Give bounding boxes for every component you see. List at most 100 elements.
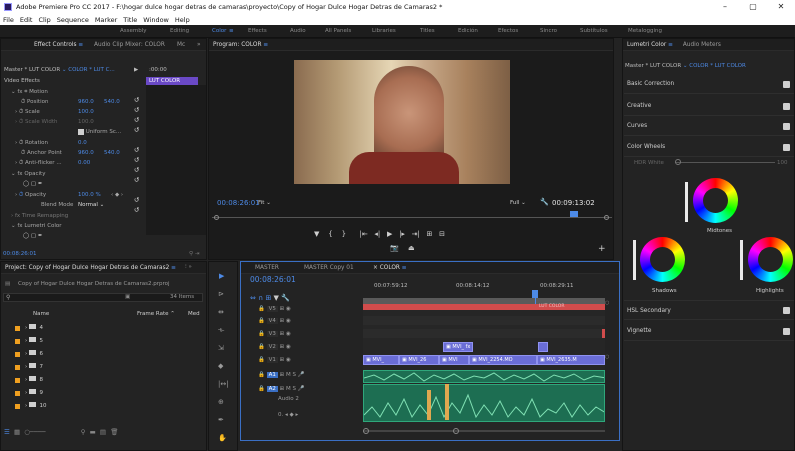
workspace-subtitulos[interactable]: Subtítulos (580, 25, 608, 38)
program-timecode[interactable]: 00:08:26:01 (217, 198, 260, 208)
tab-program[interactable]: Program: COLOR (213, 42, 261, 48)
workspace-efectos[interactable]: Efectos (498, 25, 518, 38)
ec-filter-icon[interactable]: ⚲ ⇥ (189, 249, 199, 259)
hdr-white-slider[interactable] (675, 162, 775, 163)
trash-icon[interactable]: 🗑 (110, 428, 118, 436)
play-clip-icon[interactable]: ▶ (134, 65, 138, 75)
section-hsl-secondary[interactable]: HSL Secondary (624, 300, 794, 320)
playhead-handle[interactable] (532, 290, 538, 298)
creative-checkbox[interactable] (783, 103, 790, 110)
audio-keyframe-marker[interactable] (427, 390, 431, 420)
time-remapping-row[interactable]: › fx Time Remapping (11, 211, 68, 221)
timeline-tool-icons[interactable]: ⇔ ∩ ⊞ ▼ 🔧 (250, 293, 290, 303)
anchor-x-value[interactable]: 960.0 (78, 148, 94, 158)
track-header-v3[interactable]: 🔒 V3 ⊞ ◉ (258, 329, 362, 339)
tab-project[interactable]: Project: Copy of Hogar Dulce Hogar Detra… (5, 265, 169, 271)
rotation-value[interactable]: 0.0 (78, 138, 87, 148)
menu-marker[interactable]: Marker (95, 16, 117, 24)
panel-overflow-icon[interactable]: » (197, 39, 201, 51)
tab-master-copy[interactable]: MASTER Copy 01 (304, 262, 354, 274)
section-vignette[interactable]: Vignette (624, 321, 794, 341)
lift-icon[interactable]: ⏏ (408, 244, 415, 252)
tab-effect-controls[interactable]: Effect Controls (34, 42, 77, 48)
highlights-color-wheel[interactable] (748, 237, 793, 282)
pen-tool-icon[interactable]: ✒ (218, 416, 224, 424)
menu-file[interactable]: File (3, 16, 14, 24)
lumetri-mask-tools[interactable]: ◯ ▢ ✒ (23, 231, 42, 241)
icon-view-icon[interactable]: ▦ (14, 428, 20, 436)
clip-a2[interactable] (363, 384, 605, 422)
tab-audio-meters[interactable]: Audio Meters (683, 42, 721, 48)
blend-mode-select[interactable]: Normal ⌄ (78, 200, 104, 210)
antiflicker-value[interactable]: 0.00 (78, 158, 90, 168)
workspace-assembly[interactable]: Assembly (120, 25, 147, 38)
workspace-menu-icon[interactable]: ≡ (229, 25, 234, 38)
bin-view-icon[interactable]: ▣ (125, 292, 130, 302)
clip-v1[interactable]: ▣ MVI_2254.MO (469, 355, 537, 365)
workspace-all-panels[interactable]: All Panels (325, 25, 351, 38)
scale-value[interactable]: 100.0 (78, 107, 94, 117)
uniform-scale-checkbox[interactable]: Uniform Sc... (78, 127, 121, 137)
reset-parameter-icons[interactable]: ↺ ↺ ↺ ↺ ↺ ↺ ↺ ↺ ↺ ↺ (134, 95, 142, 255)
workspace-titles[interactable]: Titles (420, 25, 435, 38)
workspace-editing[interactable]: Editing (170, 25, 189, 38)
minimize-button[interactable]: – (712, 0, 738, 14)
step-back-icon[interactable]: ◂| (374, 230, 380, 238)
timeline-vertical-scrollbar[interactable]: ○ ○ (605, 300, 609, 430)
new-item-icon[interactable]: ▤ (100, 428, 106, 436)
shadows-color-wheel[interactable] (640, 237, 685, 282)
lumetri-effect-row[interactable]: ⌄ fx Lumetri Color (11, 221, 62, 231)
mark-out-icon[interactable]: } (342, 230, 346, 238)
rate-stretch-tool-icon[interactable]: ⇲ (218, 344, 224, 352)
selection-tool-icon[interactable]: ▶ (219, 272, 224, 280)
list-item[interactable]: › 8 (25, 375, 43, 385)
mark-in-icon[interactable]: { (328, 230, 332, 238)
go-to-in-icon[interactable]: |⇤ (360, 230, 368, 238)
button-editor-plus-icon[interactable]: + (598, 244, 606, 254)
position-y-value[interactable]: 540.0 (104, 97, 120, 107)
slide-tool-icon[interactable]: ⊕ (218, 398, 224, 406)
tab-master[interactable]: MASTER (255, 262, 279, 274)
anchor-y-value[interactable]: 540.0 (104, 148, 120, 158)
shadows-luma-slider[interactable] (633, 240, 636, 280)
workspace-color[interactable]: Color (212, 25, 226, 38)
hsl-secondary-checkbox[interactable] (783, 307, 790, 314)
workspace-edicion[interactable]: Edición (458, 25, 478, 38)
midtones-luma-slider[interactable] (685, 182, 688, 222)
highlights-luma-slider[interactable] (740, 240, 743, 280)
midtones-color-wheel[interactable] (693, 178, 738, 223)
track-header-v1[interactable]: 🔒 V1 ⊞ ◉ (258, 355, 362, 365)
fit-zoom-select[interactable]: Fit ⌄ (258, 198, 271, 208)
track-header-a2[interactable]: 🔒 A2 ⊞ M S 🎤 (258, 384, 362, 394)
hand-tool-icon[interactable]: ✋ (218, 434, 227, 442)
track-select-tool-icon[interactable]: ⊳ (218, 290, 224, 298)
timeline-timecode[interactable]: 00:08:26:01 (250, 275, 296, 287)
col-media-header[interactable]: Med (188, 309, 200, 319)
ripple-edit-tool-icon[interactable]: ⇹ (218, 308, 224, 316)
clip-v1[interactable]: ▣ MVI_2635.M (537, 355, 605, 365)
project-tab-more-icon[interactable]: ⁝ » (185, 262, 192, 272)
section-creative[interactable]: Creative (624, 96, 794, 116)
step-forward-icon[interactable]: |▸ (399, 230, 405, 238)
list-item[interactable]: › 10 (25, 401, 46, 411)
menu-help[interactable]: Help (175, 16, 190, 24)
clip-v1[interactable]: ▣ MVI_26 (399, 355, 439, 365)
opacity-value[interactable]: 100.0 % (78, 190, 101, 200)
lumetri-clip-selector[interactable]: Master * LUT COLOR ⌄ COLOR * LUT COLOR (625, 61, 746, 71)
clip-a1[interactable] (363, 370, 605, 383)
basic-correction-checkbox[interactable] (783, 81, 790, 88)
opacity-group-row[interactable]: ⌄ fx Opacity (11, 169, 45, 179)
keyframe-nav-icon[interactable]: ‹ ◆ › (111, 190, 123, 200)
track-header-v2[interactable]: 🔒 V2 ⊞ ◉ (258, 342, 362, 352)
program-scrubber[interactable] (212, 211, 612, 221)
program-video-frame[interactable] (294, 60, 510, 184)
timeline-ruler[interactable]: 00:07:59:12 00:08:14:12 00:08:29:11 (363, 283, 605, 293)
mask-tools[interactable]: ◯ ▢ ✒ (23, 179, 42, 189)
overwrite-icon[interactable]: ⊟ (439, 230, 445, 238)
section-basic-correction[interactable]: Basic Correction (624, 74, 794, 94)
clip-v1[interactable]: ▣ MVI_ (363, 355, 399, 365)
track-header-v5[interactable]: 🔒 V5 ⊞ ◉ (258, 304, 362, 314)
playback-resolution-select[interactable]: Full ⌄ (510, 198, 526, 208)
go-to-out-icon[interactable]: ⇥| (412, 230, 420, 238)
workspace-metalogging[interactable]: Metalogging (628, 25, 662, 38)
